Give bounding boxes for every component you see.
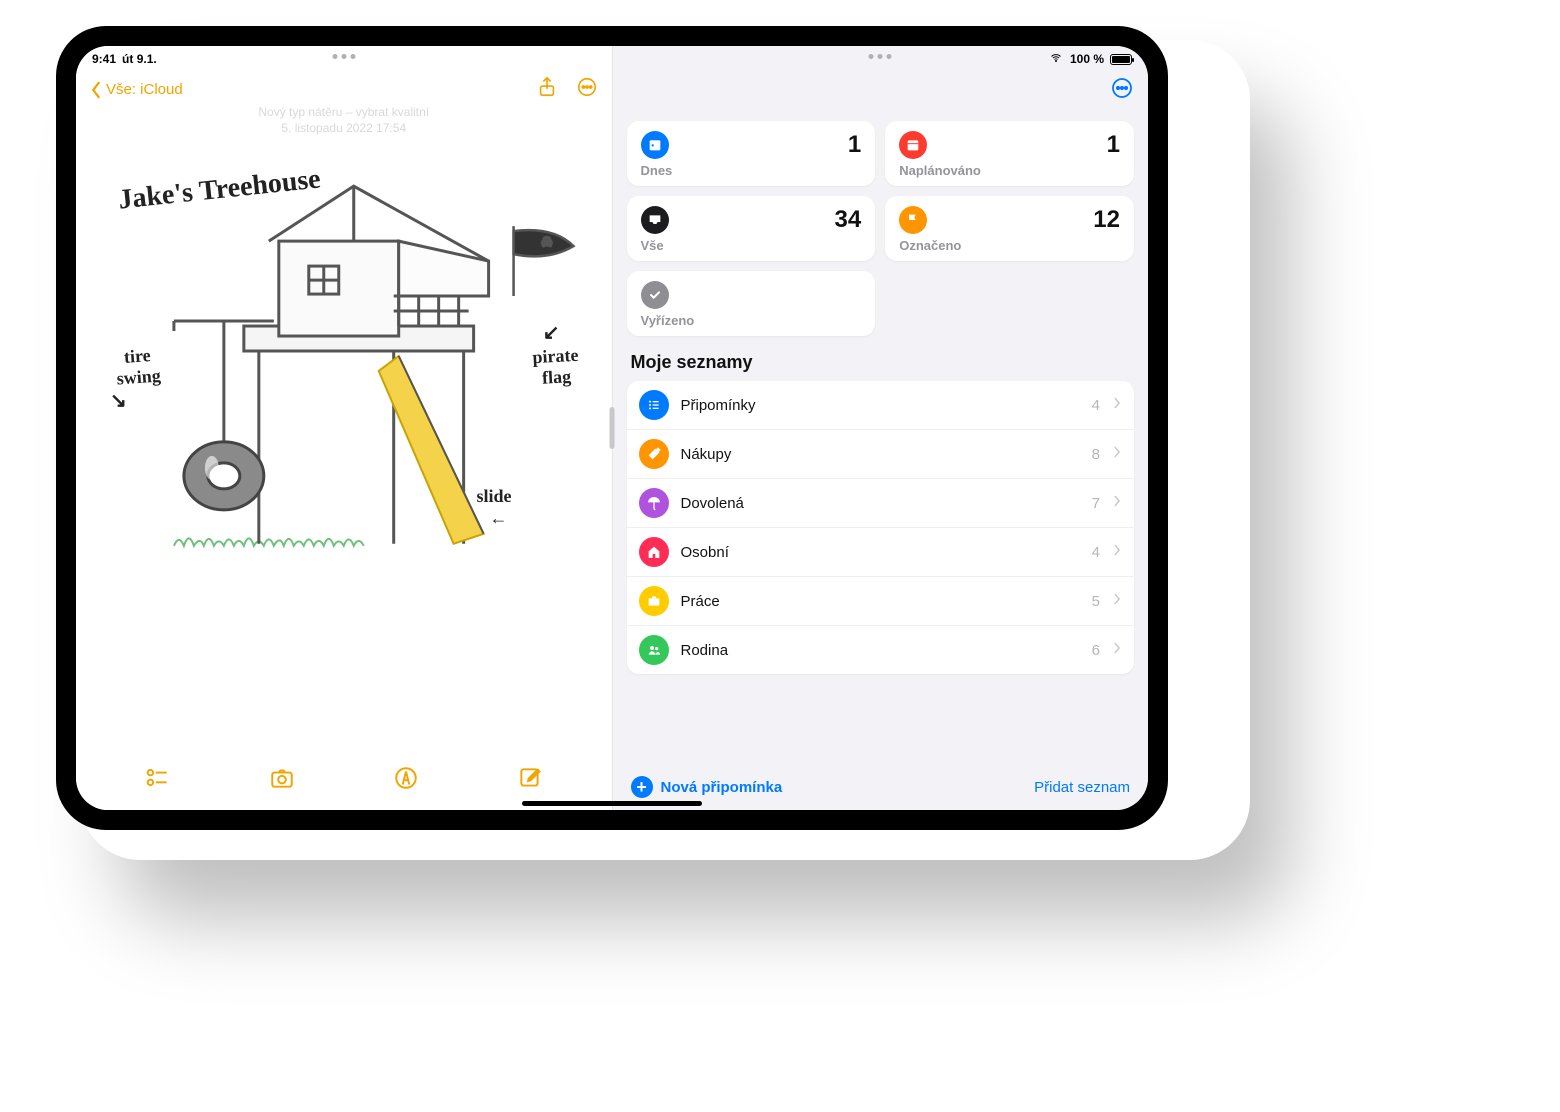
list-item-count: 6 xyxy=(1092,642,1100,659)
reminders-app: 1 Dnes 1 Naplánováno xyxy=(613,46,1149,810)
card-scheduled-label: Naplánováno xyxy=(899,163,1120,178)
status-bar: 9:41 út 9.1. 100 % xyxy=(76,46,1148,68)
markup-icon[interactable] xyxy=(393,765,419,796)
screen: 9:41 út 9.1. 100 % Vše: iCloud xyxy=(76,46,1148,810)
card-flagged[interactable]: 12 Označeno xyxy=(885,196,1134,261)
svg-text:☠: ☠ xyxy=(542,235,553,249)
list-item[interactable]: Osobní 4 xyxy=(627,528,1135,577)
carrot-icon xyxy=(639,439,669,469)
list-item-name: Rodina xyxy=(681,642,1080,659)
checkmark-icon xyxy=(641,281,669,309)
reminders-more-icon[interactable] xyxy=(1110,76,1134,105)
battery-icon xyxy=(1110,54,1132,65)
chevron-right-icon xyxy=(1112,445,1122,464)
calendar-icon xyxy=(899,131,927,159)
list-item[interactable]: Nákupy 8 xyxy=(627,430,1135,479)
list-item[interactable]: Dovolená 7 xyxy=(627,479,1135,528)
people-icon xyxy=(639,635,669,665)
new-reminder-label: Nová připomínka xyxy=(661,779,783,796)
my-lists: Připomínky 4 Nákupy 8 Dovolená 7 Osobní 4 Práce 5… xyxy=(627,381,1135,674)
compose-icon[interactable] xyxy=(517,765,543,796)
list-item-count: 4 xyxy=(1092,544,1100,561)
more-icon[interactable] xyxy=(576,76,598,103)
note-meta: Nový typ nátěru – vybrat kvalitní 5. lis… xyxy=(76,105,612,136)
chevron-right-icon xyxy=(1112,543,1122,562)
card-flagged-count: 12 xyxy=(1093,206,1120,234)
share-icon[interactable] xyxy=(536,76,558,103)
annotation-slide: slide xyxy=(476,486,511,507)
list-item[interactable]: Práce 5 xyxy=(627,577,1135,626)
list-item[interactable]: Rodina 6 xyxy=(627,626,1135,674)
annotation-tire-swing: tire swing xyxy=(107,344,170,390)
list-item-count: 8 xyxy=(1092,446,1100,463)
card-completed[interactable]: Vyřízeno xyxy=(627,271,876,336)
back-button[interactable]: Vše: iCloud xyxy=(90,81,183,99)
back-label: Vše: iCloud xyxy=(106,81,183,98)
reminders-summary-cards: 1 Dnes 1 Naplánováno xyxy=(613,107,1149,336)
list-item-name: Dovolená xyxy=(681,495,1080,512)
card-today-label: Dnes xyxy=(641,163,862,178)
list-item-name: Práce xyxy=(681,593,1080,610)
chevron-right-icon xyxy=(1112,494,1122,513)
card-today-count: 1 xyxy=(848,131,861,159)
plus-icon: + xyxy=(631,776,653,798)
new-reminder-button[interactable]: + Nová připomínka xyxy=(631,776,783,798)
list-item[interactable]: Připomínky 4 xyxy=(627,381,1135,430)
card-flagged-label: Označeno xyxy=(899,238,1120,253)
list-item-name: Nákupy xyxy=(681,446,1080,463)
status-battery-text: 100 % xyxy=(1070,52,1104,66)
note-body[interactable]: ☠ Jake's Treehouse tire swing ↘ pirate f… xyxy=(76,136,612,755)
umbrella-icon xyxy=(639,488,669,518)
flag-icon xyxy=(899,206,927,234)
list-item-count: 7 xyxy=(1092,495,1100,512)
chevron-right-icon xyxy=(1112,641,1122,660)
card-scheduled-count: 1 xyxy=(1107,131,1120,159)
status-date: út 9.1. xyxy=(122,52,157,66)
calendar-today-icon xyxy=(641,131,669,159)
note-sketch: ☠ Jake's Treehouse tire swing ↘ pirate f… xyxy=(94,146,594,566)
annotation-pirate-flag: pirate flag xyxy=(524,345,586,390)
card-completed-label: Vyřízeno xyxy=(641,313,862,328)
list-item-count: 4 xyxy=(1092,397,1100,414)
notes-app: Vše: iCloud Nový typ nátěru – vybrat kva… xyxy=(76,46,613,810)
checklist-icon[interactable] xyxy=(145,765,171,796)
split-view-handle[interactable] xyxy=(610,407,615,449)
chevron-right-icon xyxy=(1112,592,1122,611)
inbox-icon xyxy=(641,206,669,234)
list-item-name: Osobní xyxy=(681,544,1080,561)
card-all[interactable]: 34 Vše xyxy=(627,196,876,261)
card-today[interactable]: 1 Dnes xyxy=(627,121,876,186)
card-scheduled[interactable]: 1 Naplánováno xyxy=(885,121,1134,186)
list-icon xyxy=(639,390,669,420)
chevron-right-icon xyxy=(1112,396,1122,415)
ipad-frame: 9:41 út 9.1. 100 % Vše: iCloud xyxy=(56,26,1168,830)
list-item-name: Připomínky xyxy=(681,397,1080,414)
card-all-count: 34 xyxy=(835,206,862,234)
card-all-label: Vše xyxy=(641,238,862,253)
list-item-count: 5 xyxy=(1092,593,1100,610)
home-icon xyxy=(639,537,669,567)
briefcase-icon xyxy=(639,586,669,616)
camera-icon[interactable] xyxy=(269,765,295,796)
status-time: 9:41 xyxy=(92,52,116,66)
my-lists-title: Moje seznamy xyxy=(613,336,1149,381)
home-indicator[interactable] xyxy=(522,801,702,806)
wifi-icon xyxy=(1048,52,1064,67)
add-list-button[interactable]: Přidat seznam xyxy=(1034,779,1130,796)
